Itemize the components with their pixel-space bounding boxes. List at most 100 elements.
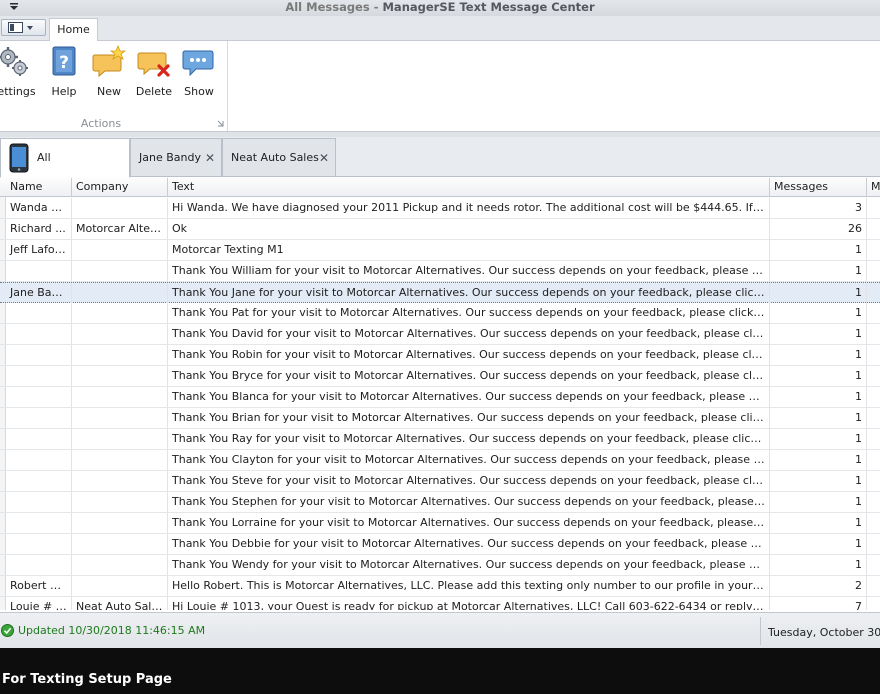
delete-button[interactable]: Delete: [135, 45, 173, 101]
table-row[interactable]: Richard ... Motorcar Altern... Ok 26: [0, 219, 880, 240]
table-row[interactable]: Thank You Pat for your visit to Motorcar…: [0, 303, 880, 324]
footer-text: For Texting Setup Page: [2, 672, 172, 687]
cell-name: Wanda Cyr: [6, 198, 72, 218]
cell-messages: 1: [770, 345, 867, 365]
cell-text: Thank You Bryce for your visit to Motorc…: [168, 366, 770, 386]
table-row[interactable]: Robert R... Hello Robert. This is Motorca…: [0, 576, 880, 597]
cell-company: [72, 492, 168, 512]
tab-neat-auto-sales[interactable]: Neat Auto Sales ✕: [222, 138, 336, 177]
cell-name: [6, 303, 72, 323]
svg-text:?: ?: [59, 53, 69, 73]
table-row[interactable]: Thank You William for your visit to Moto…: [0, 261, 880, 282]
cell-company: Neat Auto Sales: [72, 597, 168, 610]
ribbon: Settings ? Help New Delete: [0, 41, 880, 132]
column-header-more[interactable]: Me: [867, 178, 880, 197]
cell-more: [867, 555, 880, 575]
cell-text: Thank You Jane for your visit to Motorca…: [168, 283, 770, 303]
cell-text: Thank You Lorraine for your visit to Mot…: [168, 513, 770, 533]
column-header-company[interactable]: Company: [72, 178, 168, 197]
cell-company: [72, 471, 168, 491]
table-row[interactable]: Thank You Stephen for your visit to Moto…: [0, 492, 880, 513]
tab-neat-auto-sales-label: Neat Auto Sales: [231, 151, 319, 164]
table-row[interactable]: Thank You Ray for your visit to Motorcar…: [0, 429, 880, 450]
application-menu-button[interactable]: [1, 19, 46, 36]
table-row[interactable]: Thank You Wendy for your visit to Motorc…: [0, 555, 880, 576]
new-button[interactable]: New: [92, 45, 126, 101]
column-header-messages[interactable]: Messages: [770, 178, 867, 197]
delete-message-icon: [137, 52, 170, 77]
cell-name: [6, 534, 72, 554]
close-icon[interactable]: ✕: [205, 139, 215, 177]
tab-jane-bandy-label: Jane Bandy: [139, 151, 201, 164]
cell-more: [867, 471, 880, 491]
cell-text: Thank You Debbie for your visit to Motor…: [168, 534, 770, 554]
grid-header: Name Company Text Messages Me: [0, 178, 880, 197]
cell-messages: 1: [770, 261, 867, 281]
tab-home[interactable]: Home: [49, 18, 98, 42]
cell-name: [6, 450, 72, 470]
cell-messages: 1: [770, 283, 867, 303]
status-date-text: Tuesday, October 30, 2: [768, 626, 880, 639]
cell-more: [867, 387, 880, 407]
cell-more: [867, 324, 880, 344]
cell-messages: 1: [770, 492, 867, 512]
cell-name: [6, 429, 72, 449]
cell-name: [6, 345, 72, 365]
cell-name: [6, 471, 72, 491]
cell-messages: 1: [770, 408, 867, 428]
table-row[interactable]: Thank You Blanca for your visit to Motor…: [0, 387, 880, 408]
table-row[interactable]: Thank You Clayton for your visit to Moto…: [0, 450, 880, 471]
cell-more: [867, 450, 880, 470]
conversations-grid[interactable]: Name Company Text Messages Me Wanda Cyr H…: [0, 178, 880, 610]
cell-text: Thank You William for your visit to Moto…: [168, 261, 770, 281]
cell-text: Thank You David for your visit to Motorc…: [168, 324, 770, 344]
delete-button-label: Delete: [135, 85, 173, 98]
table-row[interactable]: Thank You Bryce for your visit to Motorc…: [0, 366, 880, 387]
settings-button[interactable]: Settings: [0, 45, 38, 101]
table-row[interactable]: Thank You Robin for your visit to Motorc…: [0, 345, 880, 366]
cell-more: [867, 408, 880, 428]
cell-messages: 1: [770, 324, 867, 344]
cell-text: Thank You Brian for your visit to Motorc…: [168, 408, 770, 428]
group-launcher-icon[interactable]: [217, 120, 224, 127]
status-bar: Updated 10/30/2018 11:46:15 AM Tuesday, …: [0, 612, 880, 648]
cell-text: Thank You Steve for your visit to Motorc…: [168, 471, 770, 491]
cell-more: [867, 492, 880, 512]
cell-messages: 1: [770, 240, 867, 260]
table-row[interactable]: Louie # 1... Neat Auto Sales Hi Louie # 10…: [0, 597, 880, 610]
cell-text: Thank You Blanca for your visit to Motor…: [168, 387, 770, 407]
show-button-label: Show: [184, 85, 214, 98]
cell-company: [72, 303, 168, 323]
table-row[interactable]: Thank You David for your visit to Motorc…: [0, 324, 880, 345]
ribbon-group-actions: Settings ? Help New Delete: [0, 41, 228, 131]
table-row[interactable]: Thank You Debbie for your visit to Motor…: [0, 534, 880, 555]
cell-more: [867, 283, 880, 303]
cell-name: [6, 408, 72, 428]
show-button[interactable]: Show: [182, 45, 216, 101]
table-row[interactable]: Thank You Steve for your visit to Motorc…: [0, 471, 880, 492]
cell-company: [72, 261, 168, 281]
cell-name: Louie # 1...: [6, 597, 72, 610]
tab-all-conversations[interactable]: All Conversations: [0, 138, 130, 202]
table-row[interactable]: Jane Bandy Thank You Jane for your visit …: [0, 282, 880, 303]
column-header-text[interactable]: Text: [168, 178, 770, 197]
cell-name: Richard ...: [6, 219, 72, 239]
table-row[interactable]: Jeff Lafond Motorcar Texting M1 1: [0, 240, 880, 261]
table-row[interactable]: Thank You Brian for your visit to Motorc…: [0, 408, 880, 429]
table-row[interactable]: Wanda Cyr Hi Wanda. We have diagnosed you…: [0, 198, 880, 219]
table-row[interactable]: Thank You Lorraine for your visit to Mot…: [0, 513, 880, 534]
cell-more: [867, 429, 880, 449]
tab-jane-bandy[interactable]: Jane Bandy ✕: [130, 138, 222, 177]
cell-more: [867, 240, 880, 260]
column-header-name[interactable]: Name: [6, 178, 72, 197]
cell-name: Jane Bandy: [6, 283, 72, 303]
cell-more: [867, 261, 880, 281]
cell-more: [867, 534, 880, 554]
close-icon[interactable]: ✕: [319, 139, 329, 177]
cell-messages: 1: [770, 429, 867, 449]
help-button[interactable]: ? Help: [46, 45, 82, 101]
show-message-icon: [182, 50, 214, 77]
cell-company: [72, 387, 168, 407]
ribbon-group-label: Actions: [80, 117, 122, 130]
cell-text: Hi Louie # 1013, your Quest is ready for…: [168, 597, 770, 610]
